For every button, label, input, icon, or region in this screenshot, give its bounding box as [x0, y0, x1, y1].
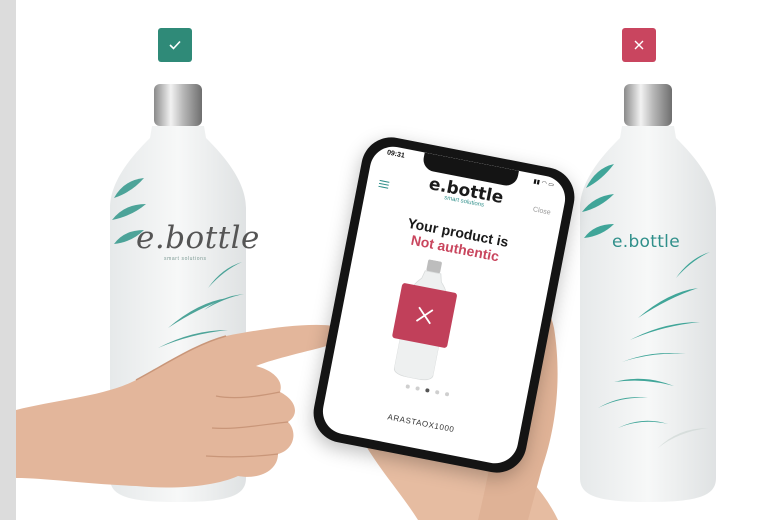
left-brand-tagline: smart solutions [164, 256, 207, 262]
right-brand-text: e.bottle [612, 232, 680, 252]
product-photo: e.bottle smart solutions e.bottle 09:31 … [16, 0, 784, 520]
carousel-dot[interactable] [405, 384, 411, 389]
counterfeit-badge [622, 28, 656, 62]
status-time: 09:31 [386, 149, 406, 160]
carousel-dot-active[interactable] [425, 388, 430, 393]
close-icon [415, 306, 434, 325]
close-icon [634, 40, 644, 50]
not-authentic-tile [391, 282, 458, 349]
status-icons: ▮▮ ◠ ▭ [532, 178, 555, 189]
counterfeit-bottle [578, 78, 718, 508]
checkmark-icon [169, 40, 181, 50]
carousel-dot[interactable] [434, 389, 440, 395]
left-brand-script: e.bottle [136, 220, 260, 256]
carousel-dot[interactable] [415, 386, 420, 391]
pointing-hand [16, 300, 346, 520]
authentic-badge [158, 28, 192, 62]
carousel-dot[interactable] [444, 391, 450, 397]
